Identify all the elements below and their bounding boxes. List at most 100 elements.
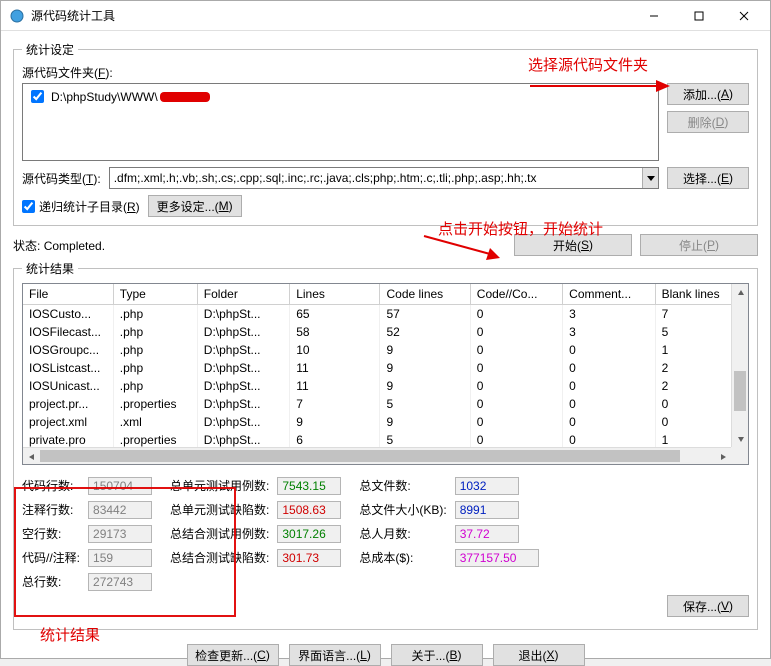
table-cell: .php: [113, 377, 197, 395]
table-cell: D:\phpSt...: [197, 323, 289, 341]
table-cell: 0: [470, 305, 562, 324]
table-cell: 11: [290, 377, 380, 395]
titlebar[interactable]: 源代码统计工具: [1, 1, 770, 31]
folders-listbox[interactable]: D:\phpStudy\WWW\: [22, 83, 659, 161]
more-settings-button[interactable]: 更多设定...(M): [148, 195, 242, 217]
code-lines-value: 150704: [88, 477, 152, 495]
stop-button[interactable]: 停止(P): [640, 234, 758, 256]
scroll-up-icon[interactable]: [732, 284, 749, 301]
table-cell: 65: [290, 305, 380, 324]
table-cell: D:\phpSt...: [197, 305, 289, 324]
scroll-thumb-v[interactable]: [734, 371, 746, 411]
table-row[interactable]: IOSListcast....phpD:\phpSt...119002: [23, 359, 748, 377]
table-cell: 0: [470, 359, 562, 377]
table-cell: 0: [470, 413, 562, 431]
results-legend: 统计结果: [22, 260, 78, 277]
man-month-label: 总人月数:: [359, 525, 446, 543]
table-cell: 0: [563, 359, 655, 377]
language-button[interactable]: 界面语言...(L): [289, 644, 381, 666]
table-row[interactable]: project.xml.xmlD:\phpSt...99000: [23, 413, 748, 431]
add-button[interactable]: 添加...(A): [667, 83, 749, 105]
table-cell: 10: [290, 341, 380, 359]
exit-button[interactable]: 退出(X): [493, 644, 585, 666]
folder-item[interactable]: D:\phpStudy\WWW\: [27, 86, 654, 107]
table-cell: .properties: [113, 395, 197, 413]
table-cell: D:\phpSt...: [197, 395, 289, 413]
save-button[interactable]: 保存...(V): [667, 595, 749, 617]
horizontal-scrollbar[interactable]: [23, 447, 731, 464]
recursive-checkbox-input[interactable]: [22, 200, 35, 213]
totals-right: 总文件数: 1032 总文件大小(KB): 8991 总人月数: 37.72 总…: [359, 477, 538, 591]
scroll-right-icon[interactable]: [714, 448, 731, 465]
table-cell: 57: [380, 305, 470, 324]
table-cell: 3: [563, 323, 655, 341]
delete-button[interactable]: 删除(D): [667, 111, 749, 133]
code-comment-label: 代码//注释:: [22, 549, 80, 567]
table-cell: D:\phpSt...: [197, 377, 289, 395]
scroll-thumb-h[interactable]: [40, 450, 680, 462]
table-row[interactable]: IOSUnicast....phpD:\phpSt...119002: [23, 377, 748, 395]
results-table[interactable]: File Type Folder Lines Code lines Code//…: [22, 283, 749, 465]
application-window: 源代码统计工具 统计设定 源代码文件夹(F): D:\phpStudy\WWW\: [0, 0, 771, 659]
blank-lines-label: 空行数:: [22, 525, 80, 543]
int-cases-value: 3017.26: [277, 525, 341, 543]
col-lines[interactable]: Lines: [290, 284, 380, 305]
col-file[interactable]: File: [23, 284, 113, 305]
col-codecomment[interactable]: Code//Co...: [470, 284, 562, 305]
results-group: 统计结果 File Type Folder Lin: [13, 260, 758, 630]
col-comment[interactable]: Comment...: [563, 284, 655, 305]
table-row[interactable]: IOSGroupc....phpD:\phpSt...109001: [23, 341, 748, 359]
table-cell: 58: [290, 323, 380, 341]
recursive-label: 递归统计子目录(R): [39, 198, 140, 215]
folder-path: D:\phpStudy\WWW\: [51, 90, 158, 104]
col-codelines[interactable]: Code lines: [380, 284, 470, 305]
table-row[interactable]: project.pr....propertiesD:\phpSt...75000: [23, 395, 748, 413]
check-update-button[interactable]: 检查更新...(C): [187, 644, 279, 666]
folder-checkbox[interactable]: [31, 90, 44, 103]
blank-lines-value: 29173: [88, 525, 152, 543]
scroll-left-icon[interactable]: [23, 448, 40, 465]
code-lines-label: 代码行数:: [22, 477, 80, 495]
table-cell: 7: [290, 395, 380, 413]
comment-lines-value: 83442: [88, 501, 152, 519]
table-cell: 0: [563, 413, 655, 431]
table-cell: .php: [113, 341, 197, 359]
maximize-button[interactable]: [676, 2, 721, 30]
col-folder[interactable]: Folder: [197, 284, 289, 305]
table-cell: 0: [563, 377, 655, 395]
chevron-down-icon[interactable]: [642, 168, 658, 188]
unit-cases-value: 7543.15: [277, 477, 341, 495]
type-combo[interactable]: [109, 167, 659, 189]
table-cell: 0: [470, 341, 562, 359]
about-button[interactable]: 关于...(B): [391, 644, 483, 666]
file-size-label: 总文件大小(KB):: [359, 501, 446, 519]
table-row[interactable]: IOSFilecast....phpD:\phpSt...5852035: [23, 323, 748, 341]
col-type[interactable]: Type: [113, 284, 197, 305]
table-row[interactable]: IOSCusto....phpD:\phpSt...6557037: [23, 305, 748, 324]
close-button[interactable]: [721, 2, 766, 30]
recursive-checkbox[interactable]: 递归统计子目录(R): [22, 198, 140, 215]
file-count-value: 1032: [455, 477, 519, 495]
int-cases-label: 总结合测试用例数:: [170, 525, 269, 543]
select-types-button[interactable]: 选择...(E): [667, 167, 749, 189]
table-cell: 3: [563, 305, 655, 324]
bottom-buttons: 检查更新...(C) 界面语言...(L) 关于...(B) 退出(X): [13, 644, 758, 666]
status-value: Completed.: [44, 239, 105, 253]
table-cell: D:\phpSt...: [197, 341, 289, 359]
file-size-value: 8991: [455, 501, 519, 519]
minimize-button[interactable]: [631, 2, 676, 30]
start-button[interactable]: 开始(S): [514, 234, 632, 256]
table-cell: 9: [290, 413, 380, 431]
table-cell: IOSCusto...: [23, 305, 113, 324]
scroll-down-icon[interactable]: [732, 430, 749, 447]
int-defects-value: 301.73: [277, 549, 341, 567]
folders-label: 源代码文件夹(F):: [22, 64, 749, 81]
table-cell: 9: [380, 341, 470, 359]
window-title: 源代码统计工具: [31, 7, 631, 24]
code-comment-value: 159: [88, 549, 152, 567]
table-cell: .php: [113, 359, 197, 377]
total-lines-value: 272743: [88, 573, 152, 591]
vertical-scrollbar[interactable]: [731, 284, 748, 447]
cost-value: 377157.50: [455, 549, 539, 567]
table-header-row[interactable]: File Type Folder Lines Code lines Code//…: [23, 284, 748, 305]
